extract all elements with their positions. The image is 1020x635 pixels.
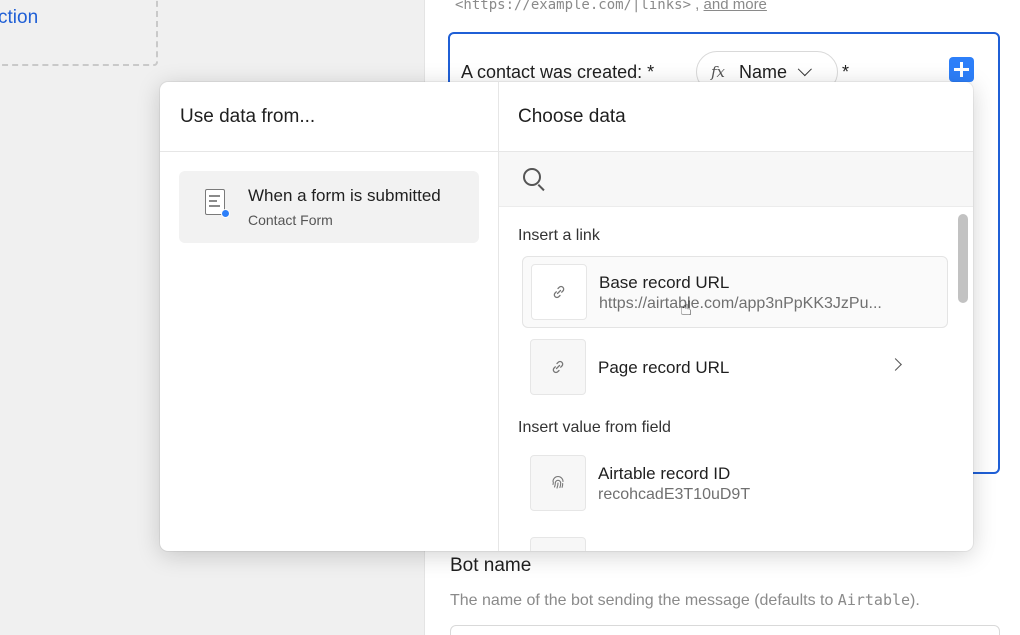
data-item-subtitle: https://airtable.com/app3nPpKK3JzPu...	[599, 295, 882, 312]
chevron-down-icon	[797, 62, 812, 77]
data-item-page-record-url[interactable]: Page record URL	[522, 332, 948, 404]
data-item-base-record-url[interactable]: Base record URL https://airtable.com/app…	[522, 256, 948, 328]
source-pane: Use data from... When a form is submitte…	[160, 82, 499, 551]
fingerprint-icon	[530, 455, 586, 511]
scrollbar-thumb[interactable]	[958, 214, 968, 303]
search-bar	[499, 152, 973, 207]
formatting-hint: <https://example.com/|links> , and more	[455, 0, 767, 13]
insert-data-button[interactable]	[949, 57, 974, 82]
data-picker-popup: Use data from... When a form is submitte…	[160, 82, 973, 551]
bot-name-label: Bot name	[450, 555, 532, 576]
source-item-subtitle: Contact Form	[248, 212, 333, 228]
hint-separator: ,	[691, 0, 704, 13]
link-icon	[530, 339, 586, 395]
chevron-right-icon	[889, 358, 902, 371]
data-item-title: Page record URL	[598, 358, 730, 377]
data-item-title: Base record URL	[599, 273, 730, 292]
group-label-insert-field: Insert value from field	[518, 419, 671, 436]
search-icon	[523, 168, 541, 186]
group-label-insert-link: Insert a link	[518, 227, 600, 244]
form-icon	[205, 189, 230, 218]
data-item-partial[interactable]	[522, 530, 948, 551]
source-item-form[interactable]: When a form is submitted Contact Form	[179, 171, 479, 243]
message-text: A contact was created: *	[461, 62, 654, 83]
and-more-link[interactable]: and more	[704, 0, 767, 13]
data-item-subtitle: recohcadE3T10uD9T	[598, 486, 751, 503]
message-text-before: A contact was created:	[461, 62, 643, 82]
chip-label: Name	[739, 61, 788, 82]
bot-desc-suffix: ).	[910, 592, 920, 609]
data-item-title: Airtable record ID	[598, 464, 731, 483]
link-icon	[531, 264, 587, 320]
choose-data-pane: Choose data Insert a link Base record UR…	[499, 82, 973, 551]
bot-desc-prefix: The name of the bot sending the message …	[450, 592, 838, 609]
hand-cursor-icon: ☝	[680, 298, 693, 320]
bot-name-input[interactable]	[450, 625, 1000, 635]
hint-example: <https://example.com/|links>	[455, 0, 692, 13]
source-pane-header: Use data from...	[160, 82, 498, 152]
formula-icon: fx	[711, 63, 726, 81]
search-input[interactable]	[559, 164, 939, 194]
message-asterisk: *	[647, 62, 655, 82]
bot-name-description: The name of the bot sending the message …	[450, 591, 920, 610]
section-link[interactable]: ction	[0, 7, 38, 29]
bot-desc-default: Airtable	[837, 591, 911, 609]
message-asterisk-after: *	[842, 62, 850, 82]
source-item-title: When a form is submitted	[248, 186, 441, 205]
choose-data-header: Choose data	[499, 82, 973, 152]
field-icon	[530, 537, 586, 551]
data-item-airtable-record-id[interactable]: Airtable record ID recohcadE3T10uD9T	[522, 448, 948, 520]
